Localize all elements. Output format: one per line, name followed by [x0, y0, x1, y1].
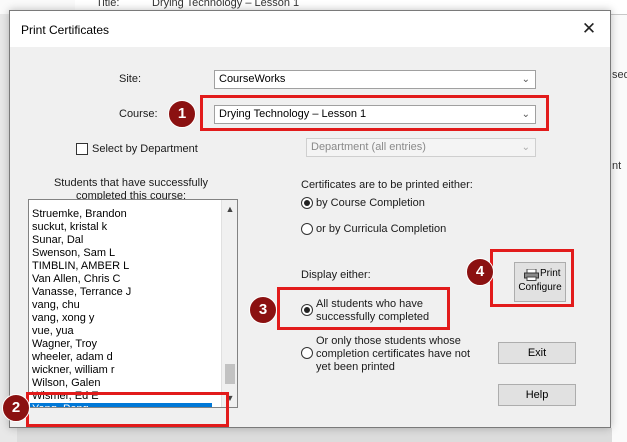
step-badge-1: 1	[168, 100, 196, 128]
scroll-up-arrow-icon[interactable]: ▲	[222, 202, 237, 216]
background-title-value: Drying Technology – Lesson 1	[152, 0, 300, 9]
department-dropdown[interactable]: Department (all entries) ⌄	[306, 138, 536, 157]
exit-button[interactable]: Exit	[498, 342, 576, 364]
student-list-item[interactable]: wheeler, adam d	[32, 351, 113, 364]
close-button[interactable]: ✕	[576, 17, 602, 41]
student-list-item[interactable]: Vanasse, Terrance J	[32, 286, 131, 299]
student-list-item[interactable]: Wagner, Troy	[32, 338, 97, 351]
by-curricula-completion-label: or by Curricula Completion	[316, 223, 447, 235]
student-highlight-box	[26, 392, 229, 427]
student-list-item[interactable]: Struemke, Brandon	[32, 208, 127, 221]
site-value: CourseWorks	[219, 73, 286, 85]
display-caption: Display either:	[301, 269, 371, 281]
select-by-department-label: Select by Department	[92, 143, 198, 155]
select-by-department-checkbox[interactable]	[76, 143, 88, 155]
background-text-fragment: nt	[612, 160, 622, 172]
dialog-title: Print Certificates	[21, 23, 110, 37]
site-label: Site:	[119, 73, 142, 85]
student-list-item[interactable]: vue, yua	[32, 325, 74, 338]
student-list-item[interactable]: Sunar, Dal	[32, 234, 83, 247]
certificates-caption: Certificates are to be printed either:	[301, 179, 473, 191]
not-yet-printed-radio[interactable]	[301, 347, 313, 359]
background-title-label: Title:	[96, 0, 120, 9]
department-value: Department (all entries)	[311, 141, 426, 153]
students-listbox[interactable]: Struemke, Brandon suckut, kristal k Sunar,…	[28, 199, 238, 408]
students-caption-line1: Students that have successfully	[53, 177, 209, 189]
help-button[interactable]: Help	[498, 384, 576, 406]
scroll-thumb[interactable]	[225, 364, 235, 384]
student-list-item[interactable]: Swenson, Sam L	[32, 247, 115, 260]
dialog-titlebar: Print Certificates ✕	[10, 11, 610, 47]
student-list-item[interactable]: TIMBLIN, AMBER L	[32, 260, 129, 273]
student-list-item[interactable]: wickner, william r	[32, 364, 115, 377]
by-course-completion-radio[interactable]	[301, 197, 313, 209]
step-badge-4: 4	[466, 258, 494, 286]
chevron-down-icon: ⌄	[521, 74, 530, 85]
chevron-down-icon: ⌄	[521, 142, 530, 153]
listbox-scrollbar[interactable]: ▲ ▼	[221, 200, 237, 407]
student-list-item[interactable]: Van Allen, Chris C	[32, 273, 120, 286]
background-text-fragment: sed	[612, 69, 627, 81]
background-bottom-panel	[17, 428, 612, 442]
not-yet-printed-label-line2: completion certificates have not	[316, 348, 471, 360]
not-yet-printed-label-line3: yet been printed	[316, 361, 395, 373]
display-option-highlight-box	[277, 287, 450, 330]
course-label: Course:	[119, 108, 158, 120]
step-badge-3: 3	[249, 296, 277, 324]
print-button-highlight-box	[490, 249, 574, 307]
student-list-item[interactable]: vang, xong y	[32, 312, 94, 325]
by-curricula-completion-radio[interactable]	[301, 223, 313, 235]
student-list-item[interactable]: vang, chu	[32, 299, 80, 312]
student-list-item[interactable]: Wilson, Galen	[32, 377, 100, 390]
not-yet-printed-label-line1: Or only those students whose	[316, 335, 461, 347]
by-course-completion-label: by Course Completion	[316, 197, 425, 209]
site-dropdown[interactable]: CourseWorks ⌄	[214, 70, 536, 89]
course-highlight-box	[200, 95, 549, 131]
step-badge-2: 2	[2, 394, 30, 422]
student-list-item[interactable]: suckut, kristal k	[32, 221, 107, 234]
